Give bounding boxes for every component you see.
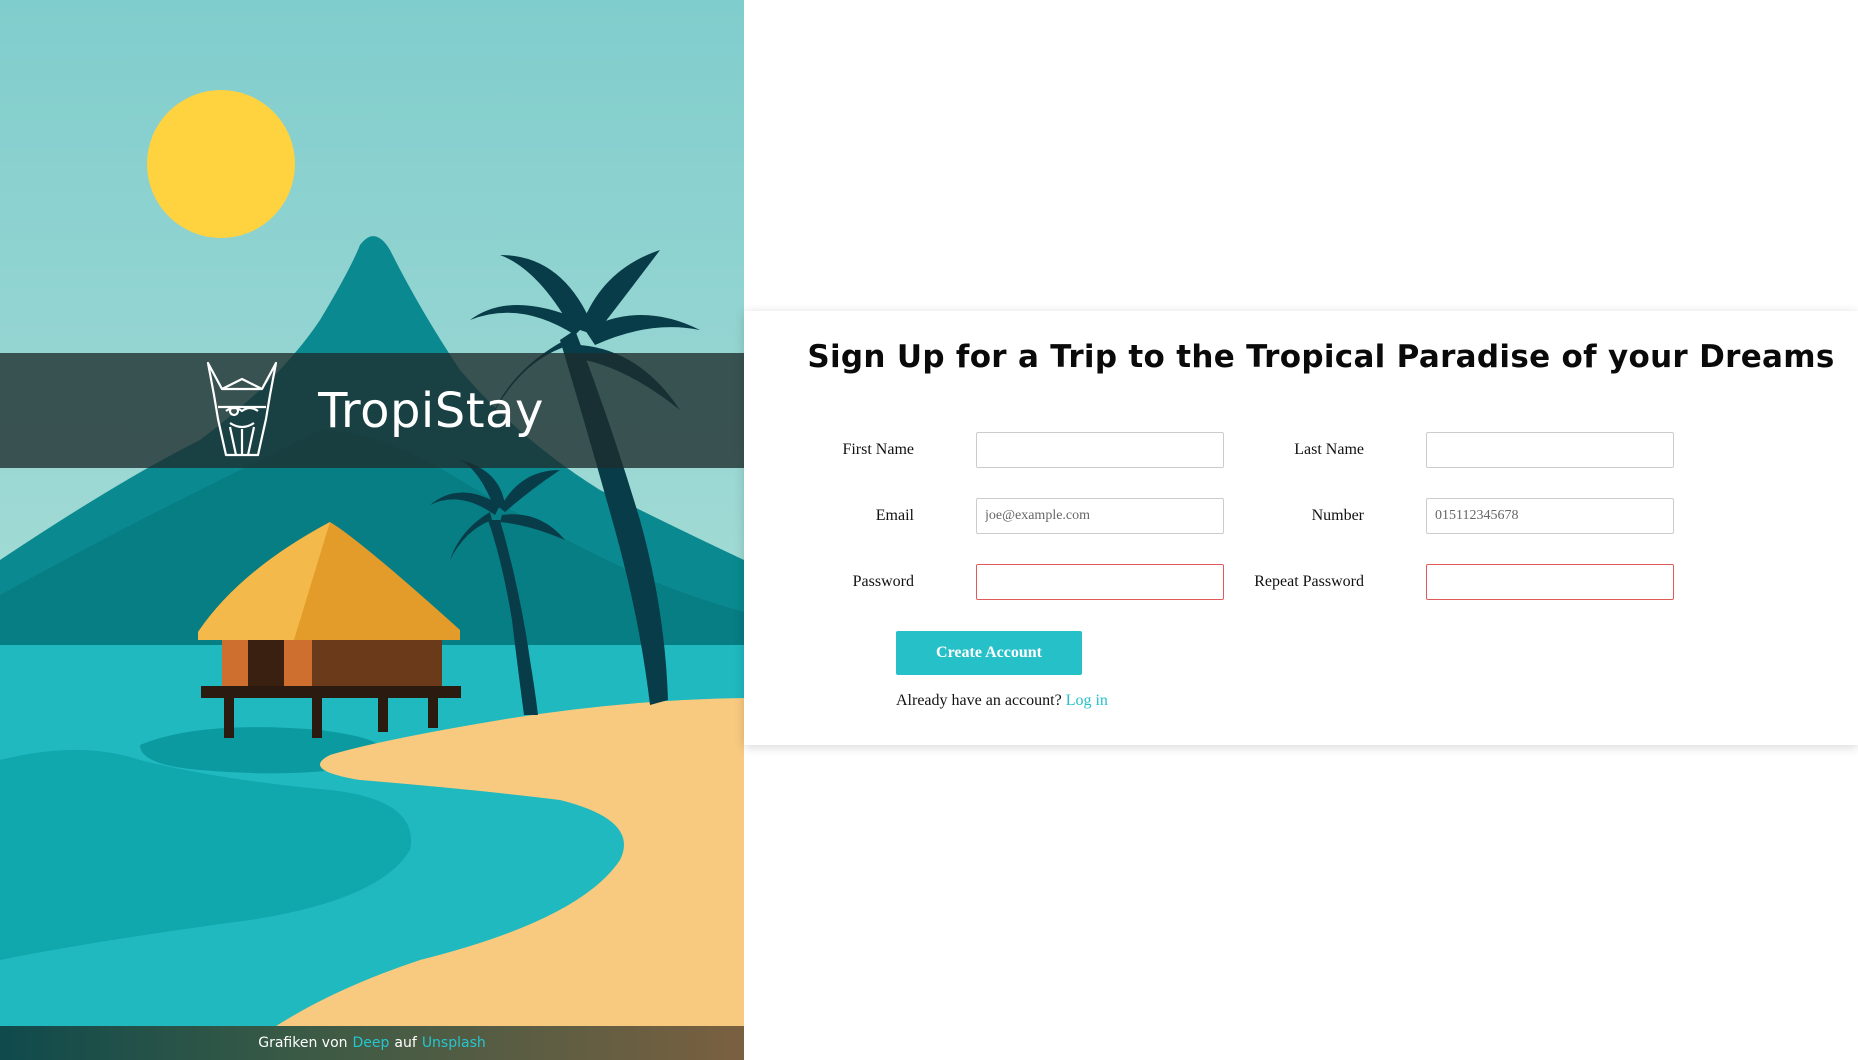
credit-prefix: Grafiken von [258,1035,348,1051]
credit-middle: auf [394,1035,417,1051]
tropical-beach-illustration [0,0,744,1060]
login-link[interactable]: Log in [1066,692,1108,709]
password-label: Password [852,573,914,590]
last-name-input[interactable] [1426,432,1674,468]
form-title: Sign Up for a Trip to the Tropical Parad… [807,339,1835,375]
login-prompt: Already have an account? Log in [896,692,1108,710]
repeat-password-label: Repeat Password [1254,573,1364,590]
signup-card: Sign Up for a Trip to the Tropical Parad… [744,311,1858,745]
email-label: Email [875,507,914,524]
login-prompt-text: Already have an account? [896,692,1062,709]
email-input[interactable] [976,498,1224,534]
password-input[interactable] [976,564,1224,600]
create-account-button[interactable]: Create Account [896,631,1082,675]
credit-author-link[interactable]: Deep [353,1035,390,1051]
first-name-input[interactable] [976,432,1224,468]
number-input[interactable] [1426,498,1674,534]
brand-banner: TropiStay [0,353,744,468]
viking-head-icon [207,361,278,456]
repeat-password-input[interactable] [1426,564,1674,600]
sun [147,90,295,238]
number-label: Number [1311,507,1364,524]
last-name-label: Last Name [1294,441,1364,458]
first-name-label: First Name [842,441,914,458]
credit-source-link[interactable]: Unsplash [422,1035,486,1051]
brand-name: TropiStay [318,382,544,439]
hero-illustration: TropiStay Grafiken von Deep auf Unsplash [0,0,744,1060]
photo-credit: Grafiken von Deep auf Unsplash [0,1026,744,1060]
